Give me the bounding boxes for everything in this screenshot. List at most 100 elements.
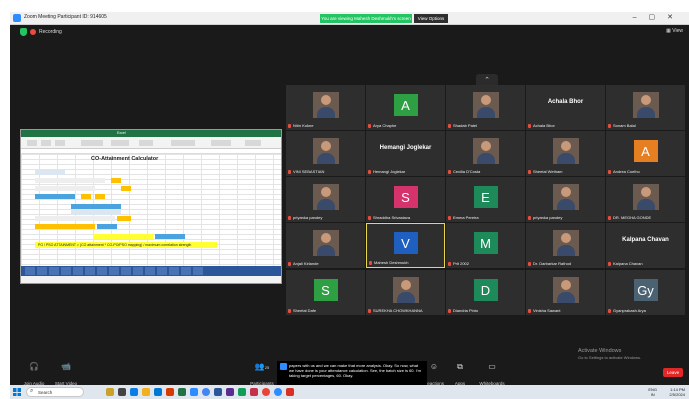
muted-mic-icon bbox=[608, 308, 611, 313]
participant-avatar: D bbox=[473, 279, 498, 302]
task-view-icon[interactable] bbox=[118, 388, 126, 396]
sheet-tab[interactable] bbox=[133, 267, 143, 275]
security-shield-icon[interactable] bbox=[20, 28, 27, 36]
store-icon[interactable] bbox=[154, 388, 162, 396]
participant-avatar: S bbox=[313, 279, 338, 302]
taskbar-search[interactable]: ⌕ Search bbox=[26, 387, 84, 397]
office-icon[interactable] bbox=[166, 388, 174, 396]
shared-screen[interactable]: Excel CO-Attainment Calculator PO / PSO … bbox=[20, 129, 282, 284]
view-button[interactable]: ▦ View bbox=[666, 28, 683, 34]
excel-icon[interactable] bbox=[178, 388, 186, 396]
participant-tile[interactable]: D Diandria Pinto bbox=[446, 270, 525, 315]
sheet-tab[interactable] bbox=[85, 267, 95, 275]
participant-tile[interactable]: priyanka pandey bbox=[286, 177, 365, 222]
muted-mic-icon bbox=[528, 261, 531, 266]
excel-title-bar: Excel bbox=[21, 130, 281, 137]
participant-tile[interactable]: Cecilia D'Costa bbox=[446, 131, 525, 176]
participant-avatar: M bbox=[473, 232, 498, 255]
chrome-icon[interactable] bbox=[202, 388, 210, 396]
app-icon[interactable] bbox=[286, 388, 294, 396]
participant-tile[interactable]: SUREKHA CHOWKHANNA bbox=[366, 270, 445, 315]
participant-name-text: priyanka pandey bbox=[293, 215, 323, 220]
participant-name-text: Prit 2002 bbox=[453, 261, 470, 266]
participant-avatar: A bbox=[633, 140, 658, 163]
powerpoint-icon[interactable] bbox=[250, 388, 258, 396]
participant-tile[interactable]: VINI SEBASTIAN bbox=[286, 131, 365, 176]
windows-start-icon[interactable] bbox=[13, 388, 21, 396]
participant-name-text: Shadab Patel bbox=[453, 123, 478, 128]
participant-tile[interactable]: V Mahesh Deshmukh bbox=[366, 223, 445, 268]
participant-name: Sheetal Dafe bbox=[288, 308, 316, 313]
sheet-tab[interactable] bbox=[181, 267, 191, 275]
calculator-title: CO-Attainment Calculator bbox=[91, 156, 159, 162]
participant-display-name: Achala Bhor bbox=[547, 99, 584, 105]
participant-tile[interactable]: Nitin Kokne bbox=[286, 85, 365, 130]
file-explorer-icon[interactable] bbox=[142, 388, 150, 396]
app-icon[interactable] bbox=[238, 388, 246, 396]
onenote-icon[interactable] bbox=[226, 388, 234, 396]
word-icon[interactable] bbox=[214, 388, 222, 396]
participant-tile[interactable]: Sonam Balal bbox=[606, 85, 685, 130]
sheet-tab[interactable] bbox=[61, 267, 71, 275]
sheet-cell bbox=[95, 194, 105, 199]
lang-line2: IN bbox=[650, 392, 655, 397]
participant-tile[interactable]: A Andrea Coelho bbox=[606, 131, 685, 176]
participant-tile[interactable]: Vinisha Sawant bbox=[526, 270, 605, 315]
widgets-icon[interactable] bbox=[106, 388, 114, 396]
app-icon[interactable] bbox=[274, 388, 282, 396]
sheet-cell bbox=[35, 178, 105, 183]
view-options-button[interactable]: View Options bbox=[414, 14, 448, 23]
participant-tile[interactable]: Gy Gyanprakash Arya bbox=[606, 270, 685, 315]
ribbon-button bbox=[55, 140, 65, 146]
sheet-tab[interactable] bbox=[121, 267, 131, 275]
muted-mic-icon bbox=[368, 169, 371, 174]
participant-tile[interactable]: E Emma Pereira bbox=[446, 177, 525, 222]
excel-status-bar bbox=[21, 276, 281, 283]
participant-tile[interactable]: A Arya Chaphe bbox=[366, 85, 445, 130]
app-icon[interactable] bbox=[262, 388, 270, 396]
language-indicator[interactable]: ENG IN bbox=[648, 387, 657, 397]
participant-avatar: A bbox=[393, 94, 418, 117]
participant-name: priyanka pandey bbox=[288, 215, 322, 220]
participant-name: VINI SEBASTIAN bbox=[288, 169, 324, 174]
participant-tile[interactable]: S Shraddha Srivastava bbox=[366, 177, 445, 222]
participant-photo bbox=[472, 92, 499, 119]
sheet-tab[interactable] bbox=[25, 267, 35, 275]
muted-mic-icon bbox=[288, 169, 291, 174]
participant-tile[interactable]: Hemangi Joglekar Hemangi Joglekar bbox=[366, 131, 445, 176]
sheet-tab[interactable] bbox=[145, 267, 155, 275]
edge-icon[interactable] bbox=[130, 388, 138, 396]
participant-tile[interactable]: priyanka pandey bbox=[526, 177, 605, 222]
participant-tile[interactable]: Sheetal Wetham bbox=[526, 131, 605, 176]
sheet-tab[interactable] bbox=[73, 267, 83, 275]
sheet-tab[interactable] bbox=[193, 267, 203, 275]
participant-tile[interactable]: Achala Bhor Achala Bhor bbox=[526, 85, 605, 130]
participant-tile[interactable]: S Sheetal Dafe bbox=[286, 270, 365, 315]
participant-tile[interactable]: Dr. Darbarkar Rathod bbox=[526, 223, 605, 268]
participant-tile[interactable]: DR. MEGHA GONDE bbox=[606, 177, 685, 222]
participant-photo bbox=[312, 230, 339, 257]
participant-tile[interactable]: Kalpana Chavan Kalpana Chavan bbox=[606, 223, 685, 268]
sheet-cell bbox=[35, 216, 115, 221]
zoom-icon[interactable] bbox=[190, 388, 198, 396]
leave-button[interactable]: Leave bbox=[663, 368, 683, 377]
participant-name-text: Kalpana Chavan bbox=[613, 261, 643, 266]
participant-tile[interactable]: M Prit 2002 bbox=[446, 223, 525, 268]
sheet-tab[interactable] bbox=[109, 267, 119, 275]
sheet-tab[interactable] bbox=[169, 267, 179, 275]
participant-tile[interactable]: Anjali Kirlande bbox=[286, 223, 365, 268]
participant-tile[interactable]: Shadab Patel bbox=[446, 85, 525, 130]
participant-name-text: VINI SEBASTIAN bbox=[293, 169, 325, 174]
sheet-tab[interactable] bbox=[49, 267, 59, 275]
sheet-tab[interactable] bbox=[97, 267, 107, 275]
participant-name-text: Emma Pereira bbox=[453, 215, 479, 220]
window-controls[interactable]: –▢✕ bbox=[633, 13, 685, 21]
sheet-tab[interactable] bbox=[157, 267, 167, 275]
system-clock[interactable]: 1:14 PM 2/5/2024 bbox=[669, 387, 685, 397]
muted-mic-icon bbox=[448, 215, 451, 220]
sheet-tab[interactable] bbox=[37, 267, 47, 275]
participant-name-text: Nitin Kokne bbox=[293, 123, 314, 128]
zoom-app-icon bbox=[13, 14, 21, 22]
participant-name-text: DR. MEGHA GONDE bbox=[613, 215, 652, 220]
participant-name-text: Vinisha Sawant bbox=[533, 308, 561, 313]
